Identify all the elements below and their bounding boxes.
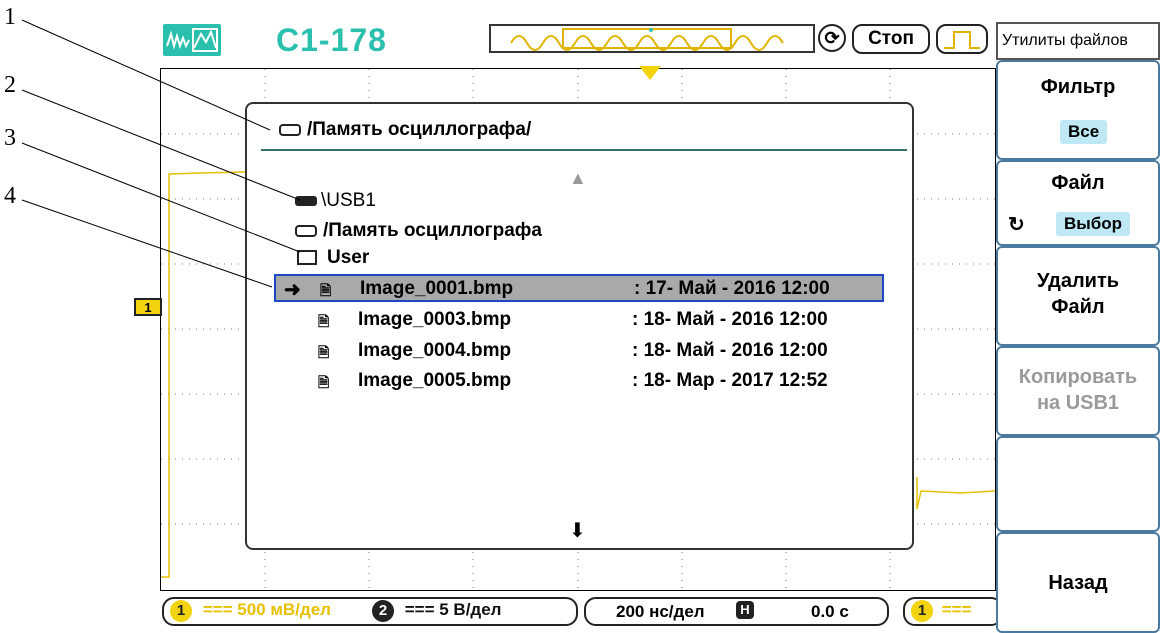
stop-status-button[interactable]: Стоп <box>852 24 930 54</box>
ch1-scale: === 500 мВ/дел <box>202 600 331 619</box>
callout-leader-lines <box>21 19 301 288</box>
file-date: : 17- Май - 2016 12:00 <box>634 278 830 299</box>
ch2-scale: === 5 В/дел <box>404 600 502 619</box>
file-row[interactable]: 🗎 Image_0005.bmp : 18- Мар - 2017 12:52 <box>274 368 884 396</box>
filter-button[interactable]: Фильтр Все <box>996 60 1160 160</box>
ch1-indicator: 1 === 500 мВ/дел <box>170 600 331 622</box>
trigger-channel-icon: 1 <box>911 600 933 622</box>
file-select-button[interactable]: Файл ↻ Выбор <box>996 160 1160 246</box>
rotary-knob-icon: ↻ <box>1008 214 1025 236</box>
run-mode-icon[interactable]: ⟳ <box>818 24 846 52</box>
trigger-status-bar[interactable]: 1 === <box>903 597 1003 626</box>
delete-label-line2: Файл <box>1051 296 1105 318</box>
delete-file-button[interactable]: Удалить Файл <box>996 246 1160 346</box>
scroll-down-icon[interactable]: ⬇ <box>569 518 586 543</box>
side-menu: Утилиты файлов Фильтр Все Файл ↻ Выбор У… <box>996 0 1162 633</box>
ch2-indicator: 2 === 5 В/дел <box>372 600 501 622</box>
file-date: : 18- Мар - 2017 12:52 <box>632 370 828 391</box>
file-icon: 🗎 <box>318 374 330 390</box>
file-row[interactable]: 🗎 Image_0004.bmp : 18- Май - 2016 12:00 <box>274 338 884 366</box>
file-date: : 18- Май - 2016 12:00 <box>632 309 828 330</box>
back-button[interactable]: Назад <box>996 532 1160 633</box>
delete-label-line1: Удалить <box>1036 270 1120 292</box>
ch1-icon: 1 <box>170 600 192 622</box>
file-label: Файл <box>1051 172 1105 194</box>
copy-label-line2: на USB1 <box>1036 392 1120 414</box>
file-name: Image_0004.bmp <box>358 340 512 361</box>
menu-title: Утилиты файлов <box>996 22 1160 60</box>
trigger-indicator: 1 === <box>911 600 972 622</box>
delay-value: 0.0 с <box>811 602 849 621</box>
file-value: Выбор <box>1056 212 1131 236</box>
timebase-value: 200 нс/дел <box>616 602 705 621</box>
trigger-position-marker <box>639 66 661 80</box>
ch2-icon: 2 <box>372 600 394 622</box>
trigger-coupling: === <box>941 600 972 619</box>
trigger-edge-icon[interactable] <box>936 24 988 54</box>
copy-label-line1: Копировать <box>1018 366 1138 388</box>
filter-label: Фильтр <box>1040 76 1116 98</box>
horizontal-icon: H <box>736 601 754 619</box>
channel-status-bar[interactable]: 1 === 500 мВ/дел 2 === 5 В/дел <box>162 597 578 626</box>
file-date: : 18- Май - 2016 12:00 <box>632 340 828 361</box>
file-name: Image_0005.bmp <box>358 370 512 391</box>
ch1-trace-right <box>916 477 996 510</box>
file-icon: 🗎 <box>318 344 330 360</box>
empty-menu-button[interactable] <box>996 436 1160 532</box>
filter-value: Все <box>1060 120 1108 144</box>
back-label: Назад <box>1048 572 1108 594</box>
copy-to-usb-button[interactable]: Копировать на USB1 <box>996 346 1160 436</box>
timebase-status-bar[interactable]: 200 нс/дел H 0.0 с <box>584 597 889 626</box>
